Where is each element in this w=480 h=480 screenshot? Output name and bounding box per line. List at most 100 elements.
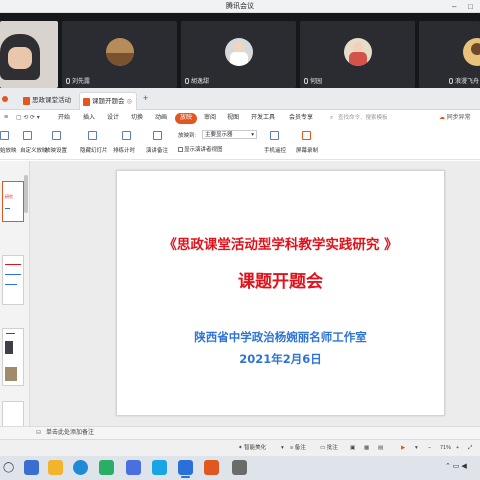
phone-remote-icon[interactable] bbox=[270, 131, 279, 140]
hide-slide-button[interactable]: 隐藏幻灯片 bbox=[80, 146, 108, 154]
meeting-titlebar: 腾讯会议 – □ bbox=[0, 0, 480, 13]
slideshow-ribbon: 始放映 自定义放映 放映设置 隐藏幻灯片 排练计时 演讲备注 放映到: 主要显示… bbox=[0, 127, 480, 160]
minimize-icon[interactable]: – bbox=[452, 0, 456, 13]
thumbnail-scrollbar[interactable] bbox=[24, 175, 28, 213]
search-icon[interactable]: ◯ bbox=[3, 460, 18, 475]
menu-insert[interactable]: 插入 bbox=[83, 113, 95, 124]
avatar bbox=[106, 38, 134, 66]
participant-tile[interactable]: 浪漫飞舟 bbox=[419, 21, 480, 88]
task-app-icon[interactable] bbox=[24, 460, 39, 475]
maximize-icon[interactable]: □ bbox=[468, 0, 473, 13]
zoom-in-button[interactable]: + bbox=[456, 444, 459, 453]
edge-browser-icon[interactable] bbox=[73, 460, 88, 475]
zoom-level[interactable]: 71% bbox=[440, 444, 451, 453]
slideshow-settings-button[interactable]: 放映设置 bbox=[45, 146, 67, 154]
taskbar: ◯ ⌃ ▭ ◀ bbox=[0, 456, 480, 480]
participant-tile-self[interactable] bbox=[0, 21, 58, 88]
fit-window-icon[interactable]: ⤢ bbox=[468, 444, 472, 453]
meeting-app-title: 腾讯会议 bbox=[226, 3, 254, 10]
participant-tile[interactable]: 胡逸甜 bbox=[181, 21, 296, 88]
menu-start[interactable]: 开始 bbox=[58, 113, 70, 124]
slide-thumbnail[interactable] bbox=[2, 401, 24, 426]
slide-thumbnail[interactable] bbox=[2, 328, 24, 386]
zoom-out-button[interactable]: − bbox=[428, 444, 431, 453]
notes-placeholder[interactable]: 单击此处添加备注 bbox=[46, 427, 94, 439]
slide-organization: 陕西省中学政治杨婉丽名师工作室 bbox=[194, 330, 367, 344]
sync-status[interactable]: ☁ 同步异常 bbox=[439, 113, 471, 124]
avatar bbox=[463, 38, 480, 66]
participant-video-strip: 刘先露 胡逸甜 何园 浪漫飞舟 bbox=[0, 13, 480, 88]
chevron-down-icon[interactable]: ▾ bbox=[281, 444, 284, 453]
tencent-meeting-icon[interactable] bbox=[178, 460, 193, 478]
comments-button[interactable]: ▭ 批注 bbox=[320, 444, 338, 453]
menu-review[interactable]: 审阅 bbox=[204, 113, 216, 124]
start-slideshow-label[interactable]: 始放映 bbox=[0, 146, 17, 154]
new-tab-button[interactable]: + bbox=[143, 93, 148, 103]
wps-logo-icon bbox=[2, 96, 8, 102]
start-slideshow-icon[interactable] bbox=[0, 131, 9, 140]
menu-member[interactable]: 会员专享 bbox=[289, 113, 313, 124]
camera-icon[interactable] bbox=[232, 460, 247, 475]
custom-slideshow-icon[interactable] bbox=[23, 131, 32, 140]
system-tray-icons[interactable]: ⌃ ▭ ◀ bbox=[445, 462, 467, 470]
wechat-icon[interactable] bbox=[99, 460, 114, 475]
doc-tab-2[interactable]: 课题开题会 ◎ bbox=[79, 92, 137, 110]
hamburger-icon[interactable]: ≡ bbox=[4, 114, 8, 121]
notes-bar[interactable]: ⊟ 单击此处添加备注 bbox=[0, 426, 480, 439]
mic-icon bbox=[304, 77, 308, 84]
wps-presentation-icon[interactable] bbox=[204, 460, 219, 475]
notes-button[interactable]: ≡ 备注 bbox=[290, 444, 306, 453]
file-explorer-icon[interactable] bbox=[48, 460, 63, 475]
presenter-view-option[interactable]: 显示演讲者视图 bbox=[178, 145, 223, 153]
notes-icon: ≡ bbox=[290, 445, 294, 451]
menu-view[interactable]: 视图 bbox=[227, 113, 239, 124]
reading-view-icon[interactable]: ▤ bbox=[378, 444, 383, 453]
comment-icon: ▭ bbox=[320, 445, 326, 451]
smart-beautify-button[interactable]: ✦ 智能美化 bbox=[238, 444, 266, 453]
custom-slideshow-label[interactable]: 自定义放映 bbox=[20, 146, 48, 154]
notes-toggle-icon[interactable]: ⊟ bbox=[36, 427, 41, 439]
hide-slide-icon[interactable] bbox=[88, 131, 97, 140]
mic-icon bbox=[449, 77, 453, 84]
current-slide[interactable]: 《思政课堂活动型学科教学实践研究 》 课题开题会 陕西省中学政治杨婉丽名师工作室… bbox=[116, 170, 445, 416]
participant-name: 刘先露 bbox=[66, 76, 90, 85]
sync-warning-icon: ☁ bbox=[439, 115, 445, 121]
slide-date: 2021年2月6日 bbox=[239, 352, 322, 366]
status-bar: ✦ 智能美化 ▾ ≡ 备注 ▭ 批注 ▣ ▦ ▤ ▶ ▾ − 71% + ⤢ bbox=[0, 439, 480, 456]
command-search[interactable]: ⌕ 查找命令、搜索模板 bbox=[330, 113, 410, 124]
slide-thumbnail[interactable] bbox=[2, 255, 24, 305]
presenter-view-checkbox[interactable] bbox=[178, 147, 183, 152]
monitor-select[interactable]: 主要显示器 ▾ bbox=[202, 130, 257, 139]
participant-tile[interactable]: 何园 bbox=[300, 21, 415, 88]
speaker-notes-icon[interactable] bbox=[153, 131, 162, 140]
ppt-file-icon bbox=[83, 98, 90, 106]
play-slideshow-icon[interactable]: ▶ bbox=[401, 444, 405, 453]
menu-design[interactable]: 设计 bbox=[107, 113, 119, 124]
normal-view-icon[interactable]: ▣ bbox=[350, 444, 355, 453]
thumbnail-label: 研究 bbox=[5, 194, 13, 199]
participant-name: 浪漫飞舟 bbox=[449, 76, 479, 85]
menu-slideshow[interactable]: 放映 bbox=[175, 113, 198, 124]
menu-animation[interactable]: 动画 bbox=[155, 113, 167, 124]
screen-record-button[interactable]: 屏幕录制 bbox=[296, 146, 318, 154]
doc-tab-1[interactable]: 思政课堂活动型... bbox=[20, 92, 78, 122]
menu-transition[interactable]: 切换 bbox=[131, 113, 143, 124]
unsaved-dot-icon: ◎ bbox=[126, 99, 132, 105]
slideshow-settings-icon[interactable] bbox=[52, 131, 61, 140]
participant-tile[interactable]: 刘先露 bbox=[62, 21, 177, 88]
quick-access-icons[interactable]: ▢ ⟲ ⟳ ▾ bbox=[16, 114, 40, 121]
speaker-notes-button[interactable]: 演讲备注 bbox=[146, 146, 168, 154]
wps-spreadsheet-icon[interactable] bbox=[152, 460, 167, 475]
sorter-view-icon[interactable]: ▦ bbox=[364, 444, 369, 453]
slide-thumbnail[interactable]: 研究 bbox=[2, 181, 24, 222]
document-tabbar: 思政课堂活动型... 课题开题会 ◎ + bbox=[0, 88, 480, 122]
phone-remote-button[interactable]: 手机遥控 bbox=[264, 146, 286, 154]
rehearse-timing-icon[interactable] bbox=[122, 131, 131, 140]
chevron-down-icon[interactable]: ▾ bbox=[415, 444, 418, 453]
avatar bbox=[344, 38, 372, 66]
menu-developer[interactable]: 开发工具 bbox=[251, 113, 275, 124]
wps-writer-icon[interactable] bbox=[126, 460, 141, 475]
rehearse-timing-button[interactable]: 排练计时 bbox=[113, 146, 135, 154]
screen-record-icon[interactable] bbox=[302, 131, 311, 140]
monitor-label: 放映到: bbox=[178, 133, 197, 139]
